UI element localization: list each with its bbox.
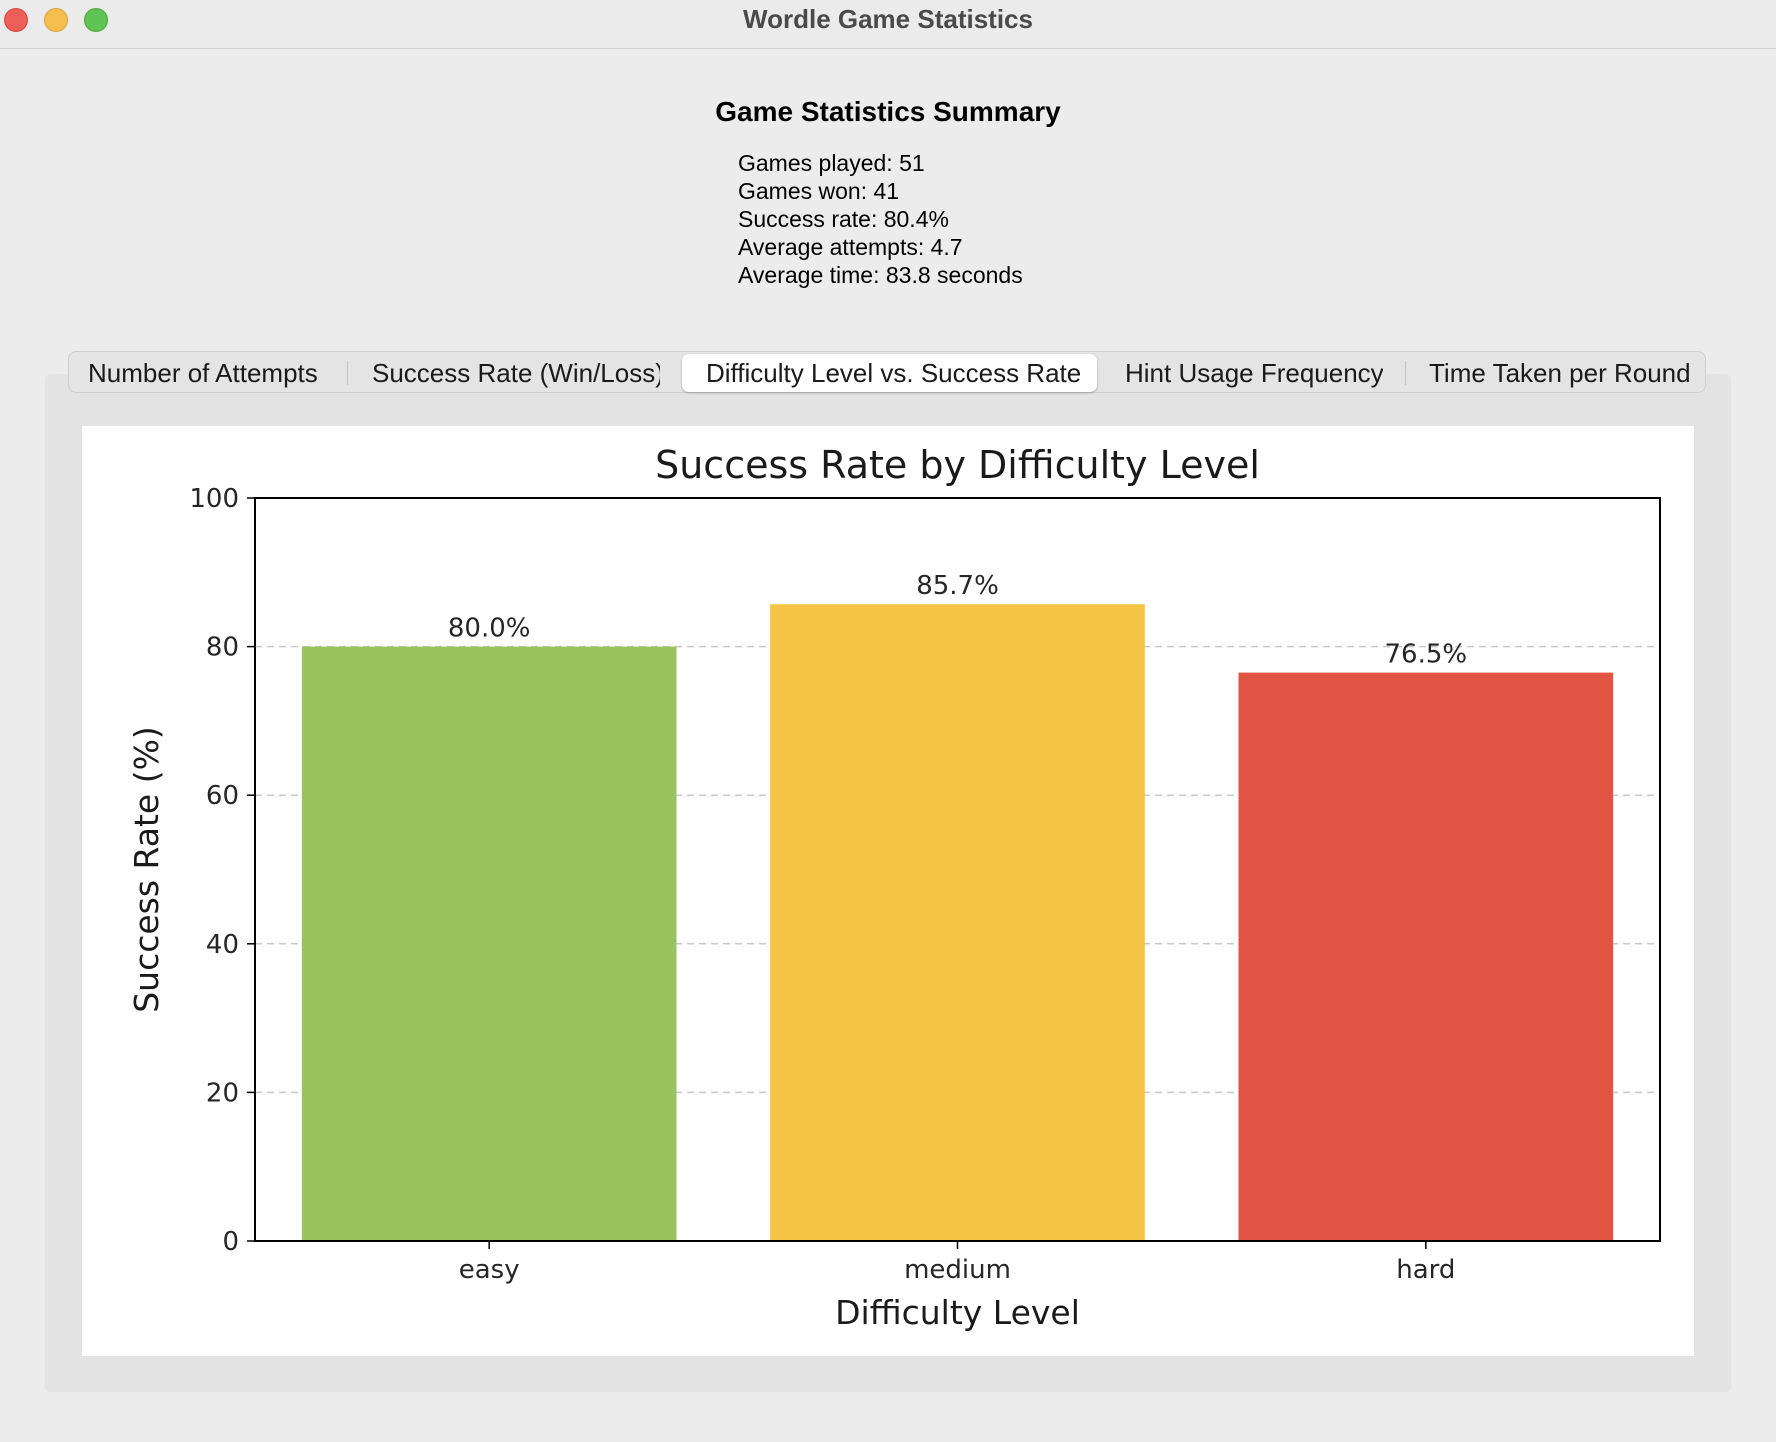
y-axis-label: Success Rate (%): [127, 726, 166, 1013]
tab-hint-usage-frequency[interactable]: Hint Usage Frequency: [1125, 354, 1383, 392]
x-axis-label: Difficulty Level: [835, 1293, 1080, 1332]
window-title: Wordle Game Statistics: [743, 4, 1033, 34]
tab-success-rate-win-loss[interactable]: Success Rate (Win/Loss): [372, 354, 660, 392]
x-tick-label: medium: [904, 1255, 1011, 1285]
summary-title: Game Statistics Summary: [715, 96, 1061, 127]
y-tick-label: 60: [206, 781, 239, 811]
bar-chart: 80.0% easy 85.7% medium 76.5% hard 0 20 40 60 80 10…: [127, 443, 1661, 1332]
x-tick-label: hard: [1396, 1255, 1455, 1285]
stat-games-played: Games played: 51: [738, 150, 925, 176]
y-tick-label: 0: [222, 1227, 239, 1257]
y-tick-label: 80: [206, 633, 239, 663]
tab-separator: [347, 361, 348, 385]
data-label: 80.0%: [448, 614, 531, 644]
stat-games-won: Games won: 41: [738, 178, 900, 204]
data-label: 76.5%: [1385, 640, 1468, 670]
stat-average-attempts: Average attempts: 4.7: [738, 234, 963, 260]
stat-success-rate: Success rate: 80.4%: [738, 206, 949, 232]
tab-number-of-attempts[interactable]: Number of Attempts: [88, 354, 324, 392]
tab-separator: [1405, 361, 1406, 385]
y-tick-label: 40: [206, 930, 239, 960]
tab-difficulty-vs-success-rate[interactable]: Difficulty Level vs. Success Rate: [682, 354, 1097, 392]
bar-hard: [1238, 672, 1614, 1241]
y-tick-label: 20: [206, 1078, 239, 1108]
title-bar: Wordle Game Statistics: [0, 0, 1776, 49]
bar-easy: [301, 646, 677, 1241]
y-tick-label: 100: [189, 484, 239, 514]
tab-time-taken-per-round[interactable]: Time Taken per Round: [1429, 354, 1689, 392]
summary-stats: Games played: 51 Games won: 41 Success r…: [738, 149, 1023, 289]
chart-canvas: 80.0% easy 85.7% medium 76.5% hard 0 20 40 60 80 10…: [82, 426, 1694, 1356]
chart-title: Success Rate by Difficulty Level: [655, 443, 1260, 487]
data-label: 85.7%: [916, 571, 999, 601]
x-tick-label: easy: [459, 1255, 520, 1285]
bar-medium: [770, 604, 1145, 1241]
stat-average-time: Average time: 83.8 seconds: [738, 262, 1023, 288]
